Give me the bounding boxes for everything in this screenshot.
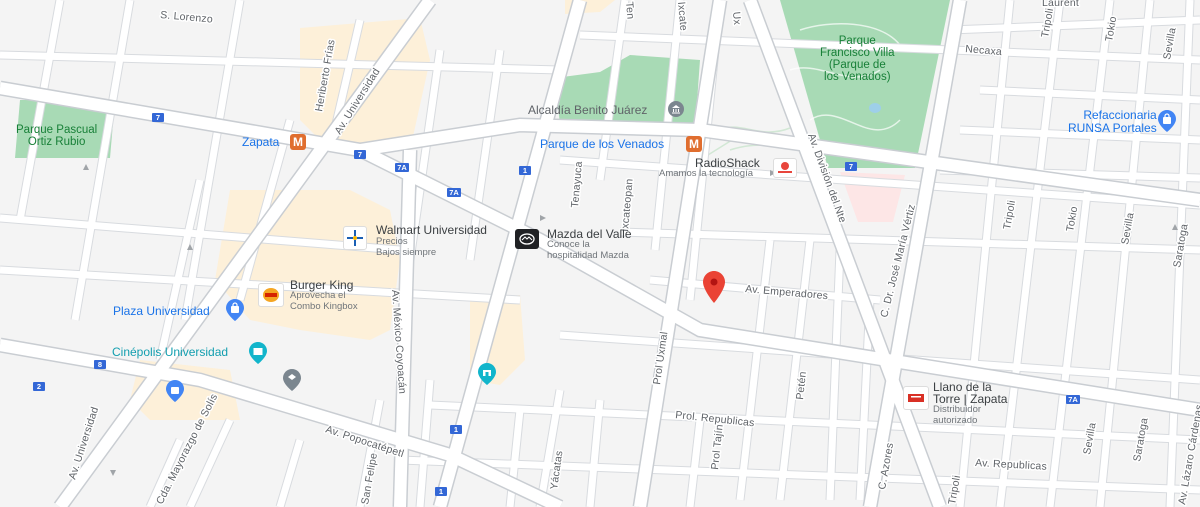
route-shield: 7 (845, 162, 857, 171)
place-label-alcaldia[interactable]: Alcaldía Benito Juárez (528, 104, 647, 117)
metro-icon[interactable]: M (686, 136, 702, 152)
place-sublabel-llano-de-la-torre: Distribuidor autorizado (933, 404, 982, 426)
llano-de-la-torre-logo-icon[interactable] (903, 386, 929, 410)
metro-station-label-zapata[interactable]: Zapata (242, 136, 279, 149)
metro-station-label-parque-de-los-venados[interactable]: Parque de los Venados (540, 138, 664, 151)
place-label-refaccionaria-runsa[interactable]: Refaccionaria RUNSA Portales (1068, 109, 1157, 135)
shopping-bag-icon[interactable] (226, 299, 244, 326)
street-label-s-lorenzo: S. Lorenzo (160, 9, 214, 26)
landmark-icon[interactable] (478, 363, 496, 390)
street-label-peten: Petén (794, 371, 809, 401)
street-label-prol-tajin: Prol Tajín (709, 424, 726, 471)
shopping-bag-icon[interactable] (1158, 110, 1176, 137)
park-alcaldia (555, 55, 700, 130)
route-shield: 7 (354, 150, 366, 159)
street-label-laurent: Laurent (1042, 0, 1079, 9)
shopping-bag-icon[interactable] (166, 380, 184, 407)
park-label-francisco-villa[interactable]: Parque Francisco Villa (Parque de los Ve… (820, 35, 895, 83)
park-label-pascual-ortiz[interactable]: Parque Pascual Ortiz Rubio (16, 124, 97, 148)
place-label-cinepolis-universidad[interactable]: Cinépolis Universidad (112, 346, 228, 359)
street-label-tripoli: Tripoli (1001, 199, 1018, 230)
street-label-tokio: Tokio (1064, 205, 1080, 232)
route-shield: 7A (447, 188, 461, 197)
route-shield: 1 (435, 487, 447, 496)
street-label-ixcateopan: Ixcate (675, 1, 690, 31)
street-label-ixcateopan: Ixcateopan (619, 178, 636, 232)
map-canvas[interactable]: S. Lorenzo Heriberto Frías Av. Universid… (0, 0, 1200, 507)
route-shield: 1 (450, 425, 462, 434)
place-sublabel-walmart: Precios Bajos siempre (376, 236, 437, 258)
pond (869, 103, 881, 113)
place-label-llano-de-la-torre[interactable]: Llano de la Torre | Zapata (933, 381, 1007, 405)
street-label-tenayuca: Ten (623, 1, 636, 20)
burger-king-logo-icon[interactable] (258, 283, 284, 307)
radioshack-logo-icon[interactable] (773, 158, 797, 178)
street-label-av-republicas: Av. Republicas (975, 457, 1047, 473)
route-shield: 2 (33, 382, 45, 391)
place-label-plaza-universidad[interactable]: Plaza Universidad (113, 305, 210, 318)
route-shield: 7A (395, 163, 409, 172)
mazda-logo-icon[interactable] (515, 229, 539, 249)
walmart-logo-icon[interactable] (343, 226, 367, 250)
movie-theater-icon[interactable] (249, 342, 267, 369)
place-sublabel-mazda: Conoce la hospitalidad Mazda (547, 239, 629, 261)
route-shield: 8 (94, 360, 106, 369)
street-label-tenayuca: Tenayuca (569, 161, 585, 208)
route-shield: 7 (152, 113, 164, 122)
street-label-necaxa: Necaxa (965, 43, 1003, 58)
metro-icon[interactable]: M (290, 134, 306, 150)
place-sublabel-burger-king: Aprovecha el Combo Kingbox (290, 290, 358, 312)
place-sublabel-radioshack: Amamos la tecnología (659, 168, 753, 179)
street-label-sevilla: Sevilla (1119, 212, 1136, 246)
street-label-uxmal: Ux (730, 11, 743, 26)
route-shield: 1 (519, 166, 531, 175)
place-marker-icon[interactable] (283, 369, 301, 396)
route-shield: 7A (1066, 395, 1080, 404)
street-label-av-emperadores: Av. Emperadores (745, 283, 829, 302)
government-building-icon[interactable] (668, 101, 684, 117)
location-pin-icon[interactable] (703, 271, 725, 308)
